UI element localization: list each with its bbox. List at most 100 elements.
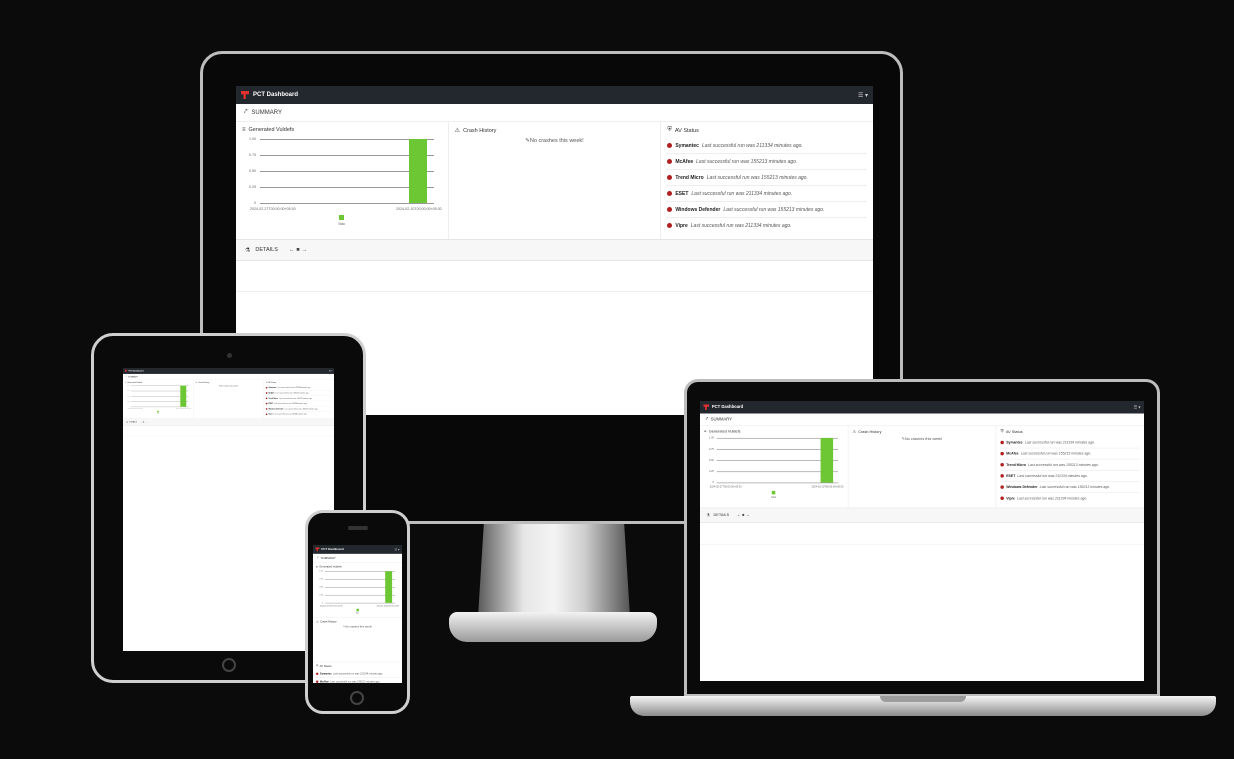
trend-icon: ⤤ [705,417,708,422]
x-tick-label: 2024-02-27T00:00:00+05:30 [709,485,742,489]
bar-mac[interactable] [820,437,833,483]
y-tick-label: 1.00 [319,569,323,572]
vuldefs-chart: 1.00 0.75 0.50 0.25 0 [127,385,189,408]
crash-history-title: ⚠ Crash History [455,127,655,135]
av-message: Last successful run was 211334 minutes a… [691,190,793,197]
gridline [260,171,434,172]
vuldefs-chart: 1.00 0.75 0.50 0.25 0 [249,137,434,205]
status-dot-icon [667,175,673,180]
av-status-row: Trend Micro Last successful run was 15521… [667,170,868,186]
vuldefs-title: ≡ Generated Vuldefs [125,382,191,384]
av-status-row: ESET Last successful run was 211334 minut… [1000,471,1140,482]
prev-button[interactable]: ← [289,247,295,253]
av-message: Last successful run was 211334 minutes a… [701,142,803,149]
av-name: Symantec [268,386,277,389]
av-message: Last successful run was 211334 minutes a… [273,402,308,405]
av-status-title-text: AV Status [674,127,699,134]
vuldefs-panel: ≡ Generated Vuldefs 1.00 0.75 0.50 0.25 0 20… [236,122,449,239]
menu-icon[interactable]: ☰ ▾ [329,370,332,372]
monitor-stand-base [449,612,657,642]
stop-button[interactable]: ■ [742,513,744,517]
av-name: Trend Micro [268,397,278,400]
summary-header: ⤤ SUMMARY [236,104,873,122]
crash-history-title-text: Crash History [463,127,497,134]
summary-label: SUMMARY [320,556,336,560]
av-status-row: Symantec Last successful run was 211334 m… [667,138,868,154]
microscope-icon: ⚗ [245,247,251,254]
summary-label: SUMMARY [128,375,139,378]
details-body [123,426,334,437]
y-tick-label: 0.75 [709,447,714,451]
chart-legend[interactable]: Mac [316,608,399,614]
vuldefs-panel: ≡ Generated Vuldefs 1.00 0.75 0.50 0.25 0 20… [700,426,849,508]
x-axis-labels: 2024-02-27T00:00:00+05:30 2024-02-10T00:… [710,485,844,488]
av-name: Vipre [268,413,273,416]
av-status-row: Symantec Last successful run was 211334 m… [315,670,400,679]
bar-mac[interactable] [385,571,393,603]
crash-history-title: ⚠ Crash History [852,430,991,435]
details-body [700,523,1144,545]
menu-icon[interactable]: ☰ ▾ [1134,405,1141,410]
chart-legend[interactable]: Mac [125,410,191,414]
av-message: Last successful run was 155213 minutes a… [1028,462,1099,467]
next-button[interactable]: → [746,513,750,517]
camera-icon [227,353,232,358]
navbar: PCT Dashboard ☰ ▾ [236,86,873,104]
document-icon: ≡ [242,127,246,133]
y-tick-label: 0.50 [319,585,323,588]
details-label: DETAILS [255,247,278,253]
av-status-row: Vipre Last successful run was 211334 minu… [1000,493,1140,503]
chart-legend[interactable]: Mac [704,490,843,499]
bar-mac[interactable] [409,139,427,203]
status-dot-icon [667,207,673,212]
next-button[interactable]: → [145,421,147,423]
dashboard: PCT Dashboard ☰ ▾ ⤤ SUMMARY ≡ Generated … [236,86,873,292]
pager: ← ■ → [141,421,147,423]
crash-history-panel: ⚠ Crash History ✎No crashes this week! [848,426,997,508]
brand[interactable]: PCT Dashboard [241,91,298,99]
brand[interactable]: PCT Dashboard [315,547,344,552]
av-message: Last successful run was 155213 minutes a… [696,158,798,165]
status-dot-icon [1000,485,1005,489]
crash-history-panel: ⚠ Crash History ✎No crashes this week! [313,618,402,663]
gridline [716,482,838,484]
phone-screen: PCT Dashboard ☰ ▾ ⤤ SUMMARY ≡ Generated … [313,545,402,683]
av-message: Last successful run was 211334 minutes a… [277,386,311,389]
brand[interactable]: PCT Dashboard [703,404,743,411]
x-axis-labels: 2024-02-27T00:00:00+05:30 2024-02-10T00:… [128,408,191,409]
av-name: Windows Defender [675,206,721,213]
status-dot-icon [1000,463,1005,467]
av-message: Last successful run was 211334 minutes a… [273,413,308,416]
x-tick-label: 2024-02-10T00:00:00+05:30 [376,604,400,607]
chart-legend[interactable]: Mac [242,215,442,226]
document-icon: ≡ [124,381,127,384]
status-dot-icon [1000,474,1005,478]
av-name: Trend Micro [675,174,704,181]
next-button[interactable]: → [302,247,308,253]
x-tick-label: 2024-02-10T00:00:00+05:30 [396,207,442,211]
vuldefs-title-text: Generated Vuldefs [708,429,741,434]
summary-header: ⤤ SUMMARY [313,553,402,563]
bar-mac[interactable] [180,385,187,407]
status-dot-icon [667,159,673,164]
home-button-icon [222,658,236,672]
menu-icon[interactable]: ☰ ▾ [858,92,868,99]
stop-button[interactable]: ■ [296,247,299,253]
status-dot-icon [315,680,319,683]
av-message: Last successful run was 211334 minutes a… [1024,440,1096,445]
trend-icon: ⤤ [125,375,127,378]
summary-panels: ≡ Generated Vuldefs 1.00 0.75 0.50 0.25 0 20… [313,563,402,683]
av-name: Windows Defender [268,407,284,410]
document-icon: ≡ [315,565,318,569]
prev-button[interactable]: ← [737,513,741,517]
legend-swatch [339,215,345,220]
vuldefs-chart: 1.00 0.75 0.50 0.25 0 [319,570,396,604]
crash-history-title-text: Crash History [320,620,337,624]
gridline [260,139,434,140]
av-name: ESET [1006,473,1016,479]
x-tick-label: 2024-02-10T00:00:00+05:30 [811,485,844,489]
menu-icon[interactable]: ☰ ▾ [395,548,400,551]
speaker-icon [348,526,368,530]
brand[interactable]: PCT Dashboard [124,369,144,373]
microscope-icon: ⚗ [706,513,711,518]
